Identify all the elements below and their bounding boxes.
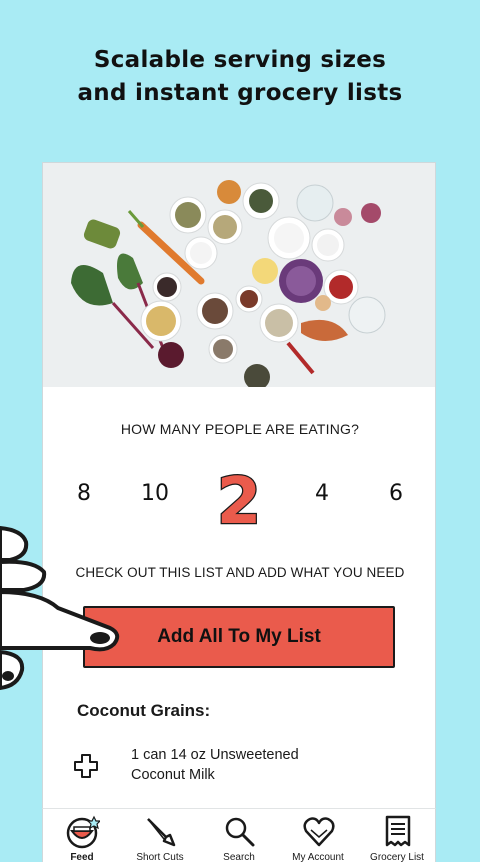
phone-screen: HOW MANY PEOPLE ARE EATING? 8 10 2 4 6 C…: [42, 162, 436, 862]
add-all-to-list-button[interactable]: Add All To My List: [83, 606, 395, 668]
servings-question: HOW MANY PEOPLE ARE EATING?: [120, 421, 360, 437]
tab-feed-label: Feed: [70, 852, 94, 862]
tab-feed[interactable]: Feed: [43, 809, 121, 862]
tab-short-cuts-label: Short Cuts: [136, 852, 184, 862]
pointing-hand-illustration: [0, 526, 120, 690]
selected-serving-number: 2: [215, 464, 262, 541]
serving-option-4[interactable]: 4: [315, 481, 329, 506]
receipt-icon: [385, 815, 411, 847]
ingredient-item: 1 can 14 oz Unsweetened Coconut Milk: [73, 745, 413, 795]
headline-line-1: Scalable serving sizes: [93, 47, 387, 73]
headline: Scalable serving sizes and instant groce…: [0, 44, 480, 110]
hero-ingredients-photo: [43, 163, 435, 387]
search-icon: [225, 817, 255, 847]
ingredient-line-1: 1 can 14 oz Unsweetened: [131, 747, 299, 763]
serving-option-10[interactable]: 10: [141, 481, 169, 506]
plus-icon[interactable]: [73, 753, 99, 779]
tab-my-account[interactable]: My Account: [279, 809, 357, 862]
selected-serving-value: 2: [217, 465, 262, 533]
recipe-section-title: Coconut Grains:: [77, 701, 211, 720]
ingredient-line-2: Coconut Milk: [131, 767, 215, 783]
knife-icon: [147, 818, 176, 847]
headline-line-2: and instant grocery lists: [77, 80, 403, 106]
tab-grocery-list-label: Grocery List: [370, 852, 424, 862]
heart-icon: [303, 817, 335, 847]
tab-my-account-label: My Account: [292, 852, 344, 862]
ingredient-text: 1 can 14 oz Unsweetened Coconut Milk: [131, 745, 391, 785]
bottom-tab-bar: Feed Short Cuts Search My Account Grocer…: [42, 808, 436, 862]
tab-short-cuts[interactable]: Short Cuts: [121, 809, 199, 862]
serving-option-selected[interactable]: 2: [214, 463, 264, 541]
feed-mouth-icon: [66, 815, 100, 849]
tab-search[interactable]: Search: [200, 809, 278, 862]
tab-grocery-list[interactable]: Grocery List: [358, 809, 436, 862]
serving-option-6[interactable]: 6: [389, 481, 403, 506]
serving-option-8[interactable]: 8: [77, 481, 91, 506]
tab-search-label: Search: [223, 852, 255, 862]
ingredients-illustration: [43, 163, 435, 387]
